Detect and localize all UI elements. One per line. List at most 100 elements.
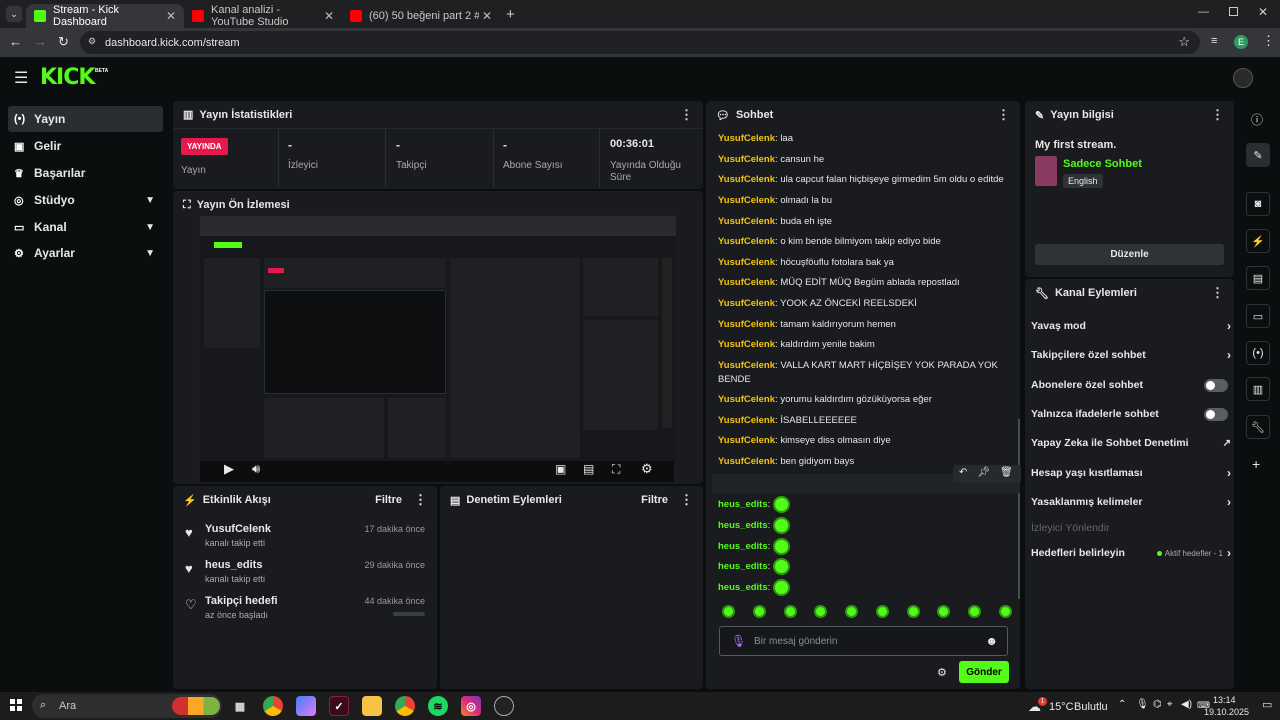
chat-username[interactable]: heus_edits (718, 582, 768, 593)
forward-icon[interactable]: → (34, 34, 47, 49)
filter-button[interactable]: Filtre (375, 494, 402, 506)
network-icon[interactable]: ⌬ (1153, 699, 1162, 710)
tab-list-button[interactable]: ⌄ (6, 6, 22, 22)
action-slow-mode[interactable]: Yavaş mod › (1031, 316, 1231, 336)
emote-icon[interactable] (968, 605, 982, 618)
sidebar-item-basarilar[interactable]: ♛ Başarılar (8, 160, 163, 186)
camera-rail-button[interactable]: ◙ (1246, 192, 1270, 216)
action-banned-words[interactable]: Yasaklanmış kelimeler › (1031, 492, 1231, 512)
chat-scrollbar[interactable] (1018, 419, 1020, 599)
layout-rail-button[interactable]: ▥ (1246, 377, 1270, 401)
fullscreen-icon[interactable]: ⛶ (612, 462, 620, 477)
reload-icon[interactable]: ↻ (58, 34, 69, 50)
sidebar-item-yayin[interactable]: (•) Yayın (8, 106, 163, 132)
instagram-icon[interactable]: ◎ (461, 696, 481, 716)
theater-mode-icon[interactable]: ▤ (583, 462, 594, 476)
copilot-icon[interactable] (296, 696, 316, 716)
profile-avatar[interactable]: E (1234, 35, 1248, 49)
more-options-icon[interactable]: ⋮ (997, 107, 1010, 123)
stream-preview-video[interactable]: ▶ 🔊︎ ▣ ▤ ⛶ ⚙ (199, 215, 676, 483)
sidebar-item-studyo[interactable]: ◎ Stüdyo ▼ (8, 187, 163, 213)
tray-chevron-icon[interactable]: ⌃ (1118, 699, 1126, 710)
document-rail-button[interactable]: ▤ (1246, 266, 1270, 290)
more-options-icon[interactable]: ⋮ (680, 107, 693, 123)
microphone-icon[interactable]: 🎙︎ (731, 634, 746, 648)
chat-username[interactable]: YusufCelenk (718, 277, 775, 288)
chat-username[interactable]: YusufCelenk (718, 319, 775, 330)
chat-username[interactable]: YusufCelenk (718, 394, 775, 405)
action-subscribers-only[interactable]: Abonelere özel sohbet (1031, 375, 1191, 395)
edit-stream-button[interactable]: Düzenle (1035, 244, 1224, 265)
chat-username[interactable]: YusufCelenk (718, 174, 775, 185)
action-followers-only[interactable]: Takipçilere özel sohbet › (1031, 345, 1231, 365)
tab-youtube-studio[interactable]: Kanal analizi - YouTube Studio ✕ (184, 4, 342, 28)
chat-username[interactable]: YusufCelenk (718, 298, 775, 309)
more-options-icon[interactable]: ⋮ (414, 492, 427, 508)
emote-icon[interactable] (783, 605, 797, 618)
new-tab-button[interactable]: + (506, 6, 515, 23)
edit-rail-button[interactable]: ✎ (1246, 143, 1270, 167)
bookmark-star-icon[interactable]: ☆ (1178, 34, 1190, 50)
clock-date[interactable]: 19.10.2025 (1204, 707, 1249, 717)
microphone-tray-icon[interactable]: 🎙︎ (1136, 699, 1149, 710)
user-avatar[interactable] (1233, 68, 1253, 88)
pin-icon[interactable]: 📌︎ (977, 467, 990, 481)
emote-icon[interactable] (845, 605, 859, 618)
chat-username[interactable]: YusufCelenk (718, 456, 775, 467)
emote-icon[interactable] (998, 605, 1012, 618)
send-button[interactable]: Gönder (959, 661, 1009, 683)
kick-logo[interactable]: KICK (40, 65, 95, 90)
address-bar[interactable]: ⚙ dashboard.kick.com/stream ☆ (80, 31, 1200, 54)
minimize-button[interactable]: — (1198, 6, 1209, 18)
chat-input[interactable]: 🎙︎ Bir mesaj gönderin ☻ (719, 626, 1008, 656)
more-options-icon[interactable]: ⋮ (680, 492, 693, 508)
clip-icon[interactable]: ▣ (555, 462, 566, 476)
windows-start-icon[interactable] (10, 699, 22, 711)
chat-username[interactable]: YusufCelenk (718, 415, 775, 426)
chat-username[interactable]: YusufCelenk (718, 154, 775, 165)
info-icon[interactable]: ⓘ (1251, 111, 1263, 128)
lightning-rail-button[interactable]: ⚡ (1246, 229, 1270, 253)
category-name[interactable]: Sadece Sohbet (1063, 158, 1142, 170)
task-view-icon[interactable]: ▦ (230, 696, 250, 716)
chrome-icon[interactable] (263, 696, 283, 716)
media-control-icon[interactable]: ≡ (1211, 35, 1217, 47)
weather-text[interactable]: Bulutlu (1074, 701, 1108, 713)
emote-icon[interactable] (906, 605, 920, 618)
hamburger-menu-icon[interactable]: ☰ (14, 68, 28, 88)
add-widget-icon[interactable]: + (1252, 456, 1260, 472)
subscribers-only-toggle[interactable] (1204, 379, 1228, 392)
tab-close-icon[interactable]: ✕ (324, 9, 334, 23)
restore-button[interactable] (1229, 7, 1238, 16)
tab-close-icon[interactable]: ✕ (166, 9, 176, 23)
chat-username[interactable]: heus_edits (718, 541, 768, 552)
tab-youtube-video[interactable]: (60) 50 beğeni part 2 #edit #ke ✕ (342, 4, 500, 28)
broadcast-rail-button[interactable]: (•) (1246, 341, 1270, 365)
capcut-icon[interactable]: ✓ (329, 696, 349, 716)
site-info-icon[interactable]: ⚙ (88, 36, 96, 47)
chat-username[interactable]: YusufCelenk (718, 257, 775, 268)
emote-icon[interactable] (752, 605, 766, 618)
sidebar-item-gelir[interactable]: ▣ Gelir (8, 133, 163, 159)
location-icon[interactable]: ⌖ (1167, 699, 1173, 710)
emote-icon[interactable] (937, 605, 951, 618)
play-icon[interactable]: ▶ (224, 461, 234, 477)
close-window-button[interactable]: ✕ (1258, 5, 1268, 19)
chat-username[interactable]: heus_edits (718, 520, 768, 531)
sidebar-item-ayarlar[interactable]: ⚙ Ayarlar ▼ (8, 240, 163, 266)
browser-menu-icon[interactable]: ⋮ (1262, 33, 1275, 49)
chat-username[interactable]: YusufCelenk (718, 133, 775, 144)
weather-temp[interactable]: 15°C (1049, 701, 1074, 713)
file-explorer-icon[interactable] (362, 696, 382, 716)
emoji-picker-icon[interactable]: ☻ (985, 634, 998, 648)
action-account-age[interactable]: Hesap yaşı kısıtlaması › (1031, 463, 1231, 483)
more-options-icon[interactable]: ⋮ (1211, 285, 1224, 301)
action-set-goals[interactable]: Hedefleri belirleyin Aktif hedefler - 1 … (1031, 543, 1231, 563)
spotify-icon[interactable]: ≋ (428, 696, 448, 716)
tab-kick-dashboard[interactable]: Stream - Kick Dashboard ✕ (26, 4, 184, 28)
chat-username[interactable]: heus_edits (718, 499, 768, 510)
tab-close-icon[interactable]: ✕ (482, 9, 492, 23)
action-emotes-only[interactable]: Yalnızca ifadelerle sohbet (1031, 404, 1196, 424)
sidebar-item-kanal[interactable]: ▭ Kanal ▼ (8, 214, 163, 240)
chat-username[interactable]: YusufCelenk (718, 339, 775, 350)
